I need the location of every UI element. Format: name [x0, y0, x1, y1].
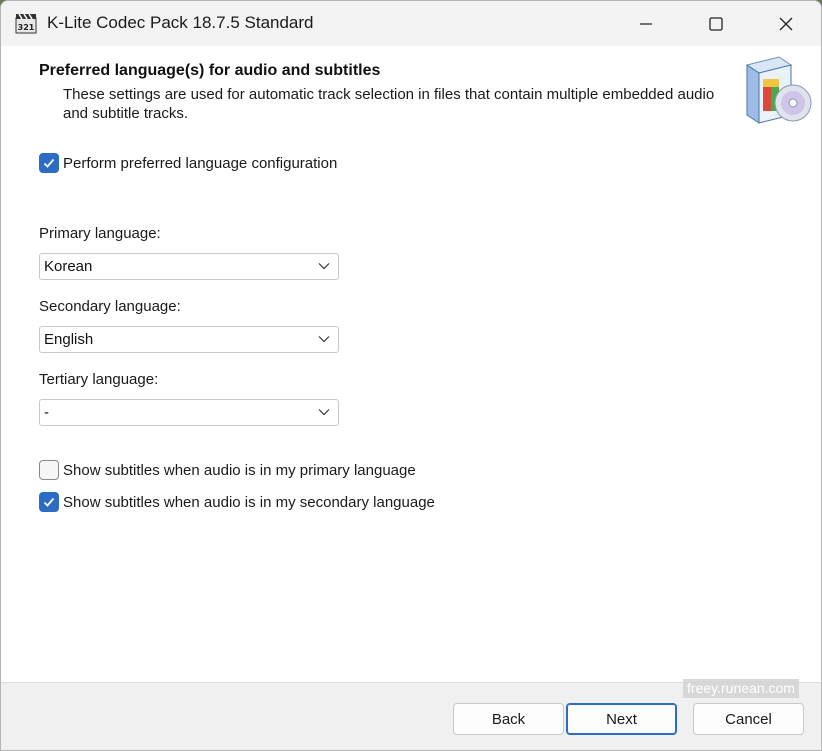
perform-config-checkbox-row[interactable]: Perform preferred language configuration: [39, 153, 337, 173]
close-icon: [779, 17, 793, 30]
subs-primary-label: Show subtitles when audio is in my prima…: [63, 461, 416, 479]
secondary-language-select[interactable]: English: [39, 326, 339, 353]
wizard-page: Preferred language(s) for audio and subt…: [1, 46, 821, 682]
window-title: K-Lite Codec Pack 18.7.5 Standard: [47, 13, 314, 32]
cancel-button[interactable]: Cancel: [693, 703, 804, 735]
perform-config-checkbox[interactable]: [39, 153, 59, 173]
subs-primary-checkbox[interactable]: [39, 460, 59, 480]
software-box-disc-icon: [745, 56, 812, 124]
next-button[interactable]: Next: [566, 703, 677, 735]
tertiary-language-label: Tertiary language:: [39, 371, 159, 388]
primary-language-select[interactable]: Korean: [39, 253, 339, 280]
tertiary-language-select[interactable]: -: [39, 399, 339, 426]
title-bar[interactable]: 321 K-Lite Codec Pack 18.7.5 Standard: [1, 1, 821, 46]
primary-language-value: Korean: [44, 258, 93, 275]
secondary-language-value: English: [44, 331, 94, 348]
maximize-button[interactable]: [680, 1, 752, 46]
installer-window: 321 K-Lite Codec Pack 18.7.5 Standard Pr…: [0, 0, 822, 751]
subs-primary-checkbox-row[interactable]: Show subtitles when audio is in my prima…: [39, 460, 416, 480]
perform-config-label: Perform preferred language configuration: [63, 154, 338, 172]
clapperboard-321-icon: 321: [15, 13, 37, 34]
svg-text:321: 321: [18, 23, 35, 32]
close-button[interactable]: [750, 1, 821, 46]
back-button[interactable]: Back: [453, 703, 564, 735]
subs-secondary-label: Show subtitles when audio is in my secon…: [63, 493, 435, 511]
minimize-button[interactable]: [610, 1, 682, 46]
chevron-down-icon: [318, 336, 330, 343]
chevron-down-icon: [318, 409, 330, 416]
page-description: These settings are used for automatic tr…: [63, 86, 715, 122]
chevron-down-icon: [318, 263, 330, 270]
subs-secondary-checkbox-row[interactable]: Show subtitles when audio is in my secon…: [39, 492, 435, 512]
checkmark-icon: [43, 158, 55, 168]
watermark: freey.runean.com: [683, 679, 799, 698]
subs-secondary-checkbox[interactable]: [39, 492, 59, 512]
tertiary-language-value: -: [44, 404, 49, 421]
page-title: Preferred language(s) for audio and subt…: [39, 62, 381, 79]
primary-language-label: Primary language:: [39, 225, 161, 242]
maximize-icon: [709, 16, 723, 31]
minimize-icon: [640, 22, 652, 25]
secondary-language-label: Secondary language:: [39, 298, 181, 315]
checkmark-icon: [43, 497, 55, 507]
